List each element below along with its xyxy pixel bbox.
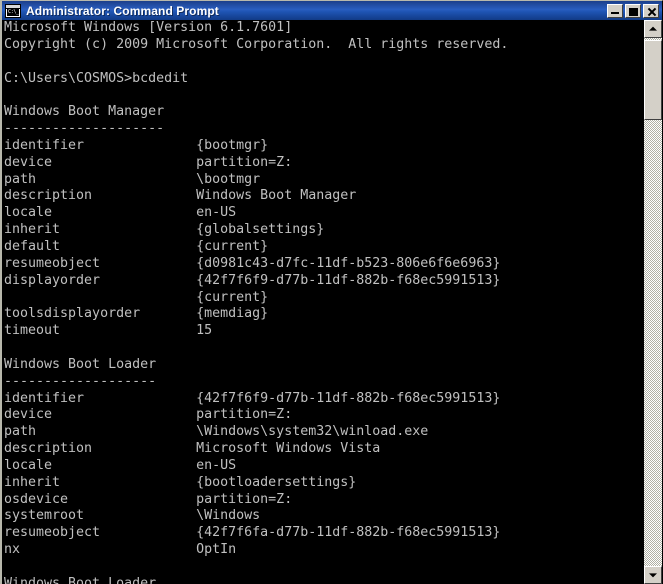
scroll-down-button[interactable] bbox=[644, 566, 662, 584]
console-line: ------------------- bbox=[4, 373, 157, 389]
console-line: displayorder {42f7f6f9-d77b-11df-882b-f6… bbox=[4, 272, 501, 288]
console-line: {current} bbox=[4, 289, 269, 305]
window-title: Administrator: Command Prompt bbox=[26, 3, 219, 18]
console-line: Windows Boot Loader bbox=[4, 575, 157, 584]
console-line: path \Windows\system32\winload.exe bbox=[4, 424, 429, 440]
console-line: resumeobject {d0981c43-d7fc-11df-b523-80… bbox=[4, 255, 501, 271]
maximize-button[interactable] bbox=[625, 3, 641, 18]
icon-screen-glyph: C:\_ bbox=[7, 8, 19, 16]
console-line: Windows Boot Loader bbox=[4, 356, 157, 372]
console-line: identifier {bootmgr} bbox=[4, 137, 269, 153]
console-line: toolsdisplayorder {memdiag} bbox=[4, 306, 269, 322]
console-output[interactable]: Microsoft Windows [Version 6.1.7601] Copy… bbox=[2, 20, 643, 584]
console-line: systemroot \Windows bbox=[4, 508, 261, 524]
console-line: locale en-US bbox=[4, 457, 237, 473]
console-line: Copyright (c) 2009 Microsoft Corporation… bbox=[4, 36, 509, 52]
console-line: resumeobject {42f7f6fa-d77b-11df-882b-f6… bbox=[4, 525, 501, 541]
minimize-icon bbox=[611, 11, 619, 14]
scroll-up-button[interactable] bbox=[644, 20, 662, 38]
console-line: default {current} bbox=[4, 238, 269, 254]
console-line: path \bootmgr bbox=[4, 171, 261, 187]
console-line: -------------------- bbox=[4, 121, 165, 137]
minimize-button[interactable] bbox=[607, 3, 623, 18]
window-controls bbox=[607, 3, 659, 18]
console-line: description Windows Boot Manager bbox=[4, 188, 357, 204]
client-area: Microsoft Windows [Version 6.1.7601] Copy… bbox=[2, 20, 662, 584]
console-line: inherit {globalsettings} bbox=[4, 222, 325, 238]
command-prompt-icon[interactable]: C:\_ bbox=[5, 3, 21, 18]
console-line: locale en-US bbox=[4, 205, 237, 221]
scrollbar-track[interactable] bbox=[644, 38, 662, 566]
vertical-scrollbar[interactable] bbox=[643, 20, 662, 584]
maximize-icon-top bbox=[629, 7, 638, 10]
console-line: C:\Users\COSMOS>bcdedit bbox=[4, 70, 189, 86]
console-line: Windows Boot Manager bbox=[4, 104, 165, 120]
console-line: osdevice partition=Z: bbox=[4, 491, 293, 507]
console-line: inherit {bootloadersettings} bbox=[4, 474, 357, 490]
console-line: device partition=Z: bbox=[4, 154, 293, 170]
console-line: device partition=Z: bbox=[4, 407, 293, 423]
close-button[interactable] bbox=[643, 3, 659, 18]
console-line: timeout 15 bbox=[4, 323, 213, 339]
command-prompt-window: C:\_ Administrator: Command Prompt Micro… bbox=[0, 0, 663, 584]
title-bar[interactable]: C:\_ Administrator: Command Prompt bbox=[2, 1, 662, 20]
console-line: description Microsoft Windows Vista bbox=[4, 441, 381, 457]
console-line: identifier {42f7f6f9-d77b-11df-882b-f68e… bbox=[4, 390, 501, 406]
console-line: nx OptIn bbox=[4, 542, 237, 558]
console-line: Microsoft Windows [Version 6.1.7601] bbox=[4, 20, 293, 35]
scrollbar-thumb[interactable] bbox=[644, 40, 662, 120]
